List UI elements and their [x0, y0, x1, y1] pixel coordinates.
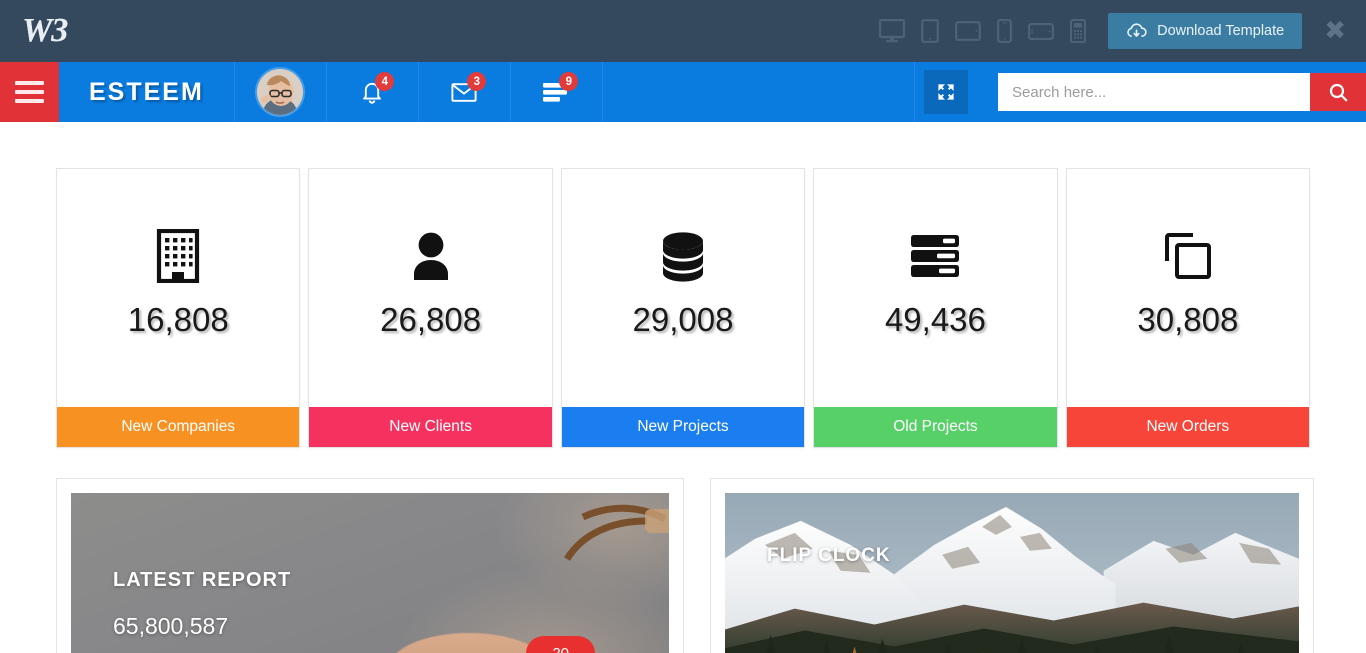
latest-report-figure: 65,800,587	[113, 613, 228, 640]
dashboard-main: 16,808 New Companies 26,808 New Clients	[0, 122, 1366, 653]
user-icon	[408, 225, 454, 287]
mountain-background-photo	[725, 493, 1299, 653]
stat-body: 29,008	[562, 169, 804, 407]
user-avatar-button[interactable]	[235, 62, 327, 122]
brand-link[interactable]: ESTEEM	[59, 62, 235, 122]
brand-label: ESTEEM	[89, 78, 204, 107]
messages-envelope-button[interactable]: 3	[419, 62, 511, 122]
stat-label-new-companies[interactable]: New Companies	[57, 407, 299, 447]
stat-label-old-projects[interactable]: Old Projects	[814, 407, 1056, 447]
bottom-panel-row: LATEST REPORT 65,800,587 20	[56, 478, 1310, 653]
hamburger-bar	[15, 99, 44, 103]
stat-card-new-clients[interactable]: 26,808 New Clients	[308, 168, 552, 448]
stat-label-new-clients[interactable]: New Clients	[309, 407, 551, 447]
stat-card-new-orders[interactable]: 30,808 New Orders	[1066, 168, 1310, 448]
navbar-spacer	[603, 62, 915, 122]
template-preview-topbar: W3	[0, 0, 1366, 62]
mobile-portrait-preview-icon[interactable]	[997, 19, 1012, 43]
stat-value: 26,808	[380, 301, 481, 339]
hamburger-bar	[15, 90, 44, 94]
copy-icon	[1163, 225, 1213, 287]
flip-clock-media: FLIP CLOCK	[725, 493, 1299, 653]
eyeglasses-decoration	[561, 499, 669, 577]
main-navbar: ESTEEM	[0, 62, 1366, 122]
search-icon	[1329, 83, 1348, 102]
stat-card-new-companies[interactable]: 16,808 New Companies	[56, 168, 300, 448]
feature-phone-preview-icon[interactable]	[1070, 19, 1086, 43]
stat-label-new-orders[interactable]: New Orders	[1067, 407, 1309, 447]
expand-cell	[915, 62, 976, 122]
search-form	[998, 62, 1366, 122]
close-icon[interactable]: ✖	[1324, 18, 1346, 44]
stat-value: 49,436	[885, 301, 986, 339]
hamburger-bar	[15, 81, 44, 85]
tablet-landscape-preview-icon[interactable]	[955, 21, 981, 41]
latest-report-media: LATEST REPORT 65,800,587 20	[71, 493, 669, 653]
hamburger-icon[interactable]	[0, 62, 59, 122]
tasks-badge: 9	[559, 72, 578, 91]
fullscreen-expand-icon	[937, 83, 955, 101]
latest-report-panel[interactable]: LATEST REPORT 65,800,587 20	[56, 478, 684, 653]
stat-value: 29,008	[633, 301, 734, 339]
desktop-preview-icon[interactable]	[879, 19, 905, 43]
search-input[interactable]	[998, 73, 1310, 111]
stat-body: 26,808	[309, 169, 551, 407]
stat-card-new-projects[interactable]: 29,008 New Projects	[561, 168, 805, 448]
tablet-portrait-preview-icon[interactable]	[921, 19, 939, 43]
flip-clock-panel[interactable]: FLIP CLOCK	[710, 478, 1314, 653]
w3-logo: W3	[22, 14, 67, 48]
stat-value: 16,808	[128, 301, 229, 339]
download-template-label: Download Template	[1157, 23, 1284, 39]
notifications-bell-button[interactable]: 4	[327, 62, 419, 122]
stat-body: 30,808	[1067, 169, 1309, 407]
latest-report-title: LATEST REPORT	[113, 569, 291, 592]
device-preview-icons	[879, 19, 1086, 43]
mobile-landscape-preview-icon[interactable]	[1028, 23, 1054, 40]
server-icon	[909, 225, 961, 287]
avatar	[257, 69, 303, 115]
stat-label-new-projects[interactable]: New Projects	[562, 407, 804, 447]
cloud-download-icon	[1126, 23, 1147, 40]
messages-badge: 3	[467, 72, 486, 91]
latest-report-badge[interactable]: 20	[526, 636, 595, 653]
flip-clock-title: FLIP CLOCK	[767, 545, 891, 567]
stat-card-row: 16,808 New Companies 26,808 New Clients	[56, 168, 1310, 448]
building-icon	[155, 225, 201, 287]
stat-body: 16,808	[57, 169, 299, 407]
fullscreen-expand-button[interactable]	[924, 70, 968, 114]
stat-body: 49,436	[814, 169, 1056, 407]
tasks-list-button[interactable]: 9	[511, 62, 603, 122]
search-submit-button[interactable]	[1310, 73, 1366, 111]
hand-decoration	[389, 633, 549, 653]
stat-value: 30,808	[1137, 301, 1238, 339]
database-icon	[658, 225, 708, 287]
download-template-button[interactable]: Download Template	[1108, 13, 1302, 49]
notifications-badge: 4	[375, 72, 394, 91]
stat-card-old-projects[interactable]: 49,436 Old Projects	[813, 168, 1057, 448]
